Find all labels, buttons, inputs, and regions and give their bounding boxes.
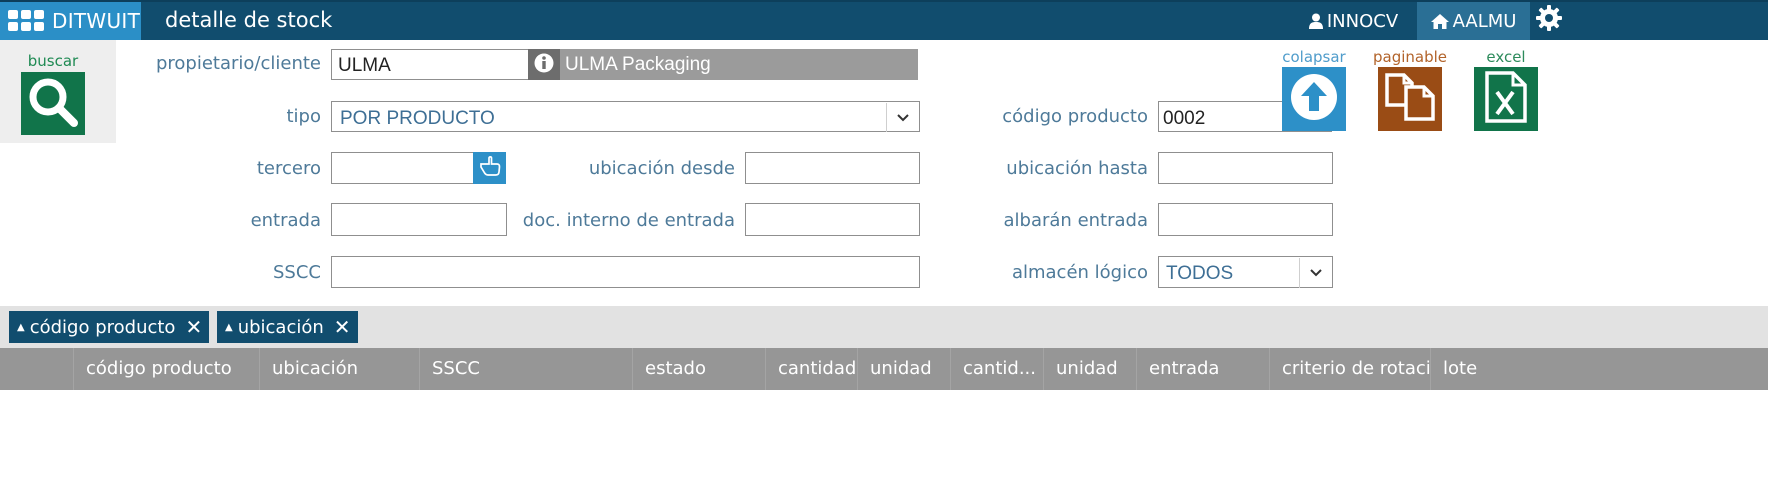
search-panel: buscar [0, 40, 116, 143]
doc-interno-label: doc. interno de entrada [522, 210, 735, 231]
owner-label: propietario/cliente [155, 53, 321, 74]
top-bar: DITWUIT detalle de stock INNOCV AALMU [0, 0, 1768, 40]
warehouse-name: AALMU [1452, 10, 1517, 32]
albaran-input[interactable] [1158, 203, 1333, 236]
excel-button[interactable] [1474, 67, 1538, 131]
group-chip-label: código producto [29, 316, 176, 338]
page-title: detalle de stock [165, 8, 333, 32]
group-bar: ▲ código producto ✕ ▲ ubicación ✕ [0, 306, 1768, 348]
collapse-label: colapsar [1282, 48, 1346, 66]
gear-icon [1536, 4, 1562, 38]
owner-name-display: ULMA Packaging [560, 49, 918, 80]
sscc-input[interactable] [331, 256, 920, 288]
table-header: código producto ubicación SSCC estado ca… [0, 348, 1768, 390]
column-header[interactable]: código producto [73, 348, 259, 390]
close-icon[interactable]: ✕ [185, 315, 202, 339]
column-header[interactable]: estado [632, 348, 765, 390]
sort-up-icon[interactable]: ▲ [17, 322, 25, 333]
tipo-label: tipo [286, 106, 322, 127]
column-header[interactable]: cantidad [765, 348, 857, 390]
search-label: buscar [27, 52, 79, 70]
brand-name: DITWUIT [52, 9, 141, 33]
group-chip-codigo-producto[interactable]: ▲ código producto ✕ [9, 311, 210, 343]
collapse-button[interactable] [1282, 67, 1346, 131]
brand[interactable]: DITWUIT [0, 2, 141, 40]
search-icon [27, 76, 79, 132]
paginate-button[interactable] [1378, 67, 1442, 131]
owner-info-button[interactable] [528, 49, 560, 80]
home-icon [1430, 13, 1449, 29]
search-button[interactable] [21, 72, 85, 135]
column-header[interactable]: lote [1430, 348, 1768, 390]
sort-up-icon[interactable]: ▲ [225, 322, 233, 333]
ubicacion-desde-input[interactable] [745, 152, 920, 184]
tipo-value: POR PRODUCTO [340, 108, 495, 129]
excel-icon [1483, 70, 1529, 128]
column-header[interactable]: cantid... [950, 348, 1043, 390]
arrow-up-circle-icon [1289, 72, 1339, 126]
copy-pages-icon [1382, 71, 1438, 127]
hand-pointer-icon [479, 155, 501, 181]
almacen-select[interactable]: TODOS [1158, 256, 1333, 288]
tercero-picker-button[interactable] [473, 152, 506, 184]
column-header[interactable]: SSCC [419, 348, 632, 390]
group-chip-label: ubicación [237, 316, 324, 338]
tercero-input[interactable] [331, 152, 474, 184]
entrada-input[interactable] [331, 203, 507, 236]
user-menu[interactable]: INNOCV [1290, 2, 1417, 40]
tipo-select[interactable]: POR PRODUCTO [331, 101, 920, 132]
column-header[interactable]: unidad [857, 348, 950, 390]
user-icon [1308, 13, 1323, 29]
column-header[interactable]: entrada [1136, 348, 1269, 390]
user-name: INNOCV [1326, 10, 1399, 32]
doc-interno-input[interactable] [745, 203, 920, 236]
ubicacion-hasta-label: ubicación hasta [1006, 158, 1148, 179]
ubicacion-hasta-input[interactable] [1158, 152, 1333, 184]
chevron-down-icon[interactable] [886, 103, 919, 132]
group-chip-ubicacion[interactable]: ▲ ubicación ✕ [217, 311, 358, 343]
info-icon [534, 53, 554, 77]
codigo-producto-label: código producto [1002, 106, 1148, 127]
column-header[interactable]: ubicación [259, 348, 419, 390]
apps-grid-icon[interactable] [8, 10, 44, 32]
column-header[interactable]: unidad [1043, 348, 1136, 390]
close-icon[interactable]: ✕ [334, 315, 351, 339]
albaran-label: albarán entrada [1003, 210, 1148, 231]
chevron-down-icon[interactable] [1299, 258, 1332, 288]
entrada-label: entrada [250, 210, 321, 231]
almacen-label: almacén lógico [1011, 262, 1148, 283]
paginate-label: paginable [1372, 48, 1448, 66]
warehouse-menu[interactable]: AALMU [1417, 2, 1530, 40]
ubicacion-desde-label: ubicación desde [588, 158, 735, 179]
column-header[interactable]: criterio de rotació [1269, 348, 1430, 390]
owner-input[interactable]: ULMA [331, 49, 529, 80]
settings-button[interactable] [1530, 2, 1568, 40]
sscc-label: SSCC [273, 262, 321, 283]
tercero-label: tercero [256, 158, 321, 179]
almacen-value: TODOS [1166, 263, 1234, 284]
excel-label: excel [1486, 48, 1526, 66]
